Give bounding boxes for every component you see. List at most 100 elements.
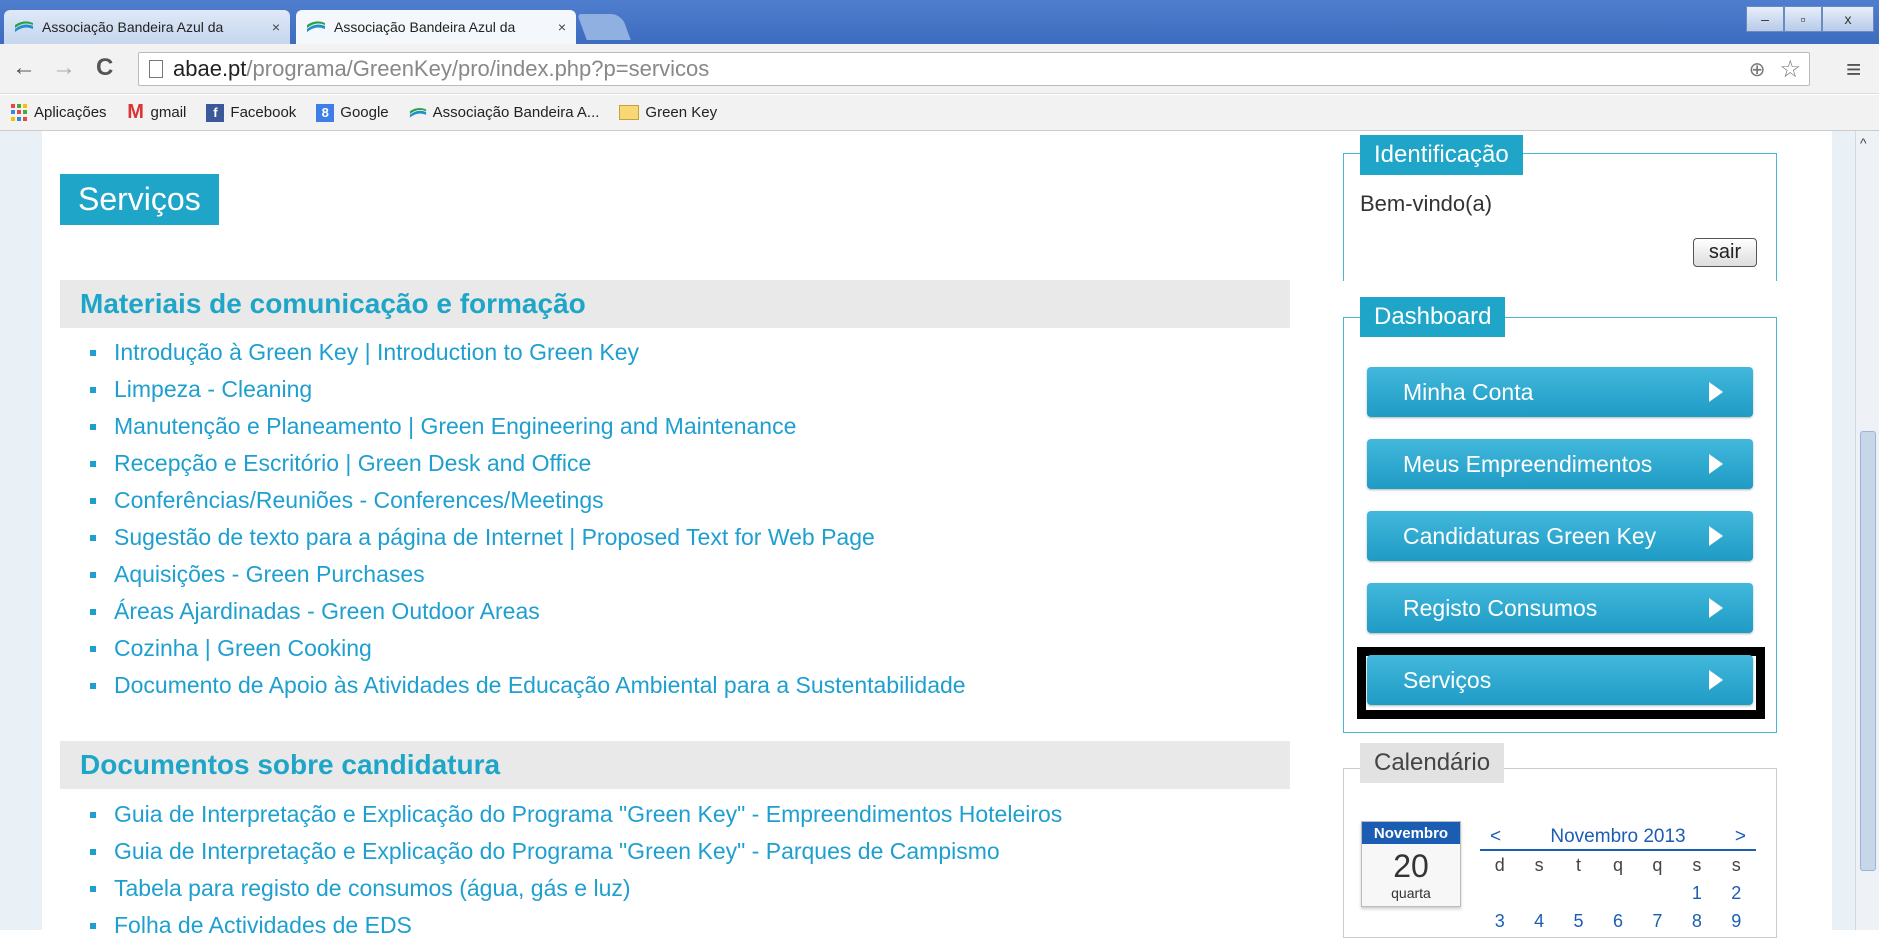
scrollbar-thumb[interactable] [1860, 431, 1876, 871]
abae-flag-icon [307, 21, 325, 32]
list-item-link[interactable]: Tabela para registo de consumos (água, g… [90, 870, 1062, 907]
url-path: /programa/GreenKey/pro/index.php?p=servi… [246, 56, 710, 81]
application-docs-list: Guia de Interpretação e Explicação do Pr… [90, 796, 1062, 944]
minimize-button[interactable]: – [1746, 6, 1784, 32]
weekday-label: d [1494, 855, 1505, 875]
identification-title: Identificação [1360, 135, 1523, 175]
candidaturas-green-key-button[interactable]: Candidaturas Green Key [1367, 511, 1753, 561]
close-tab-icon[interactable]: × [558, 19, 566, 35]
zoom-icon[interactable]: ⊕ [1749, 57, 1766, 82]
section-heading-materials: Materiais de comunicação e formação [60, 280, 1290, 328]
registo-consumos-button[interactable]: Registo Consumos [1367, 583, 1753, 633]
google-icon: 8 [316, 103, 335, 122]
calendar-grid: d s t q q s s 1 2 3 4 5 6 7 8 9 [1480, 855, 1756, 939]
weekday-label: s [1731, 855, 1741, 875]
list-item-link[interactable]: Limpeza - Cleaning [90, 371, 966, 408]
welcome-text: Bem-vindo(a) [1360, 191, 1493, 216]
play-arrow-icon [1709, 670, 1723, 690]
servicos-button[interactable]: Serviços [1367, 655, 1753, 705]
calendar-day[interactable]: 3 [1480, 911, 1519, 939]
calendar-day[interactable] [1559, 883, 1598, 911]
calendar-day[interactable] [1598, 883, 1637, 911]
list-item-link[interactable]: Recepção e Escritório | Green Desk and O… [90, 445, 966, 482]
today-date-card: Novembro 20 quarta [1361, 821, 1461, 907]
list-item-link[interactable]: Conferências/Reuniões - Conferences/Meet… [90, 482, 966, 519]
menu-icon[interactable]: ≡ [1846, 54, 1861, 85]
list-item-link[interactable]: Sugestão de texto para a página de Inter… [90, 519, 966, 556]
page-viewport: Serviços Materiais de comunicação e form… [0, 131, 1879, 938]
bookmarks-bar: Aplicações M gmail f Facebook 8 Google A… [0, 95, 1879, 131]
url-host: abae.pt [173, 56, 247, 81]
calendar-day[interactable]: 9 [1717, 911, 1756, 939]
play-arrow-icon [1709, 598, 1723, 618]
bookmark-google[interactable]: 8 Google [316, 103, 389, 122]
button-label: Meus Empreendimentos [1403, 450, 1653, 477]
calendar-header: < Novembro 2013 > [1480, 825, 1756, 851]
materials-list: Introdução à Green Key | Introduction to… [90, 334, 966, 704]
card-month: Novembro [1362, 822, 1460, 844]
bookmark-abae[interactable]: Associação Bandeira A... [409, 104, 599, 122]
calendar-month-label: Novembro 2013 [1550, 826, 1686, 847]
scroll-up-icon[interactable]: ^ [1860, 135, 1867, 151]
list-item-link[interactable]: Guia de Interpretação e Explicação do Pr… [90, 833, 1062, 870]
calendar-day[interactable]: 8 [1677, 911, 1716, 939]
list-item-link[interactable]: Áreas Ajardinadas - Green Outdoor Areas [90, 593, 966, 630]
calendar-day[interactable] [1638, 883, 1677, 911]
next-month-button[interactable]: > [1735, 826, 1746, 848]
bookmark-apps[interactable]: Aplicações [10, 103, 107, 122]
bookmark-label: gmail [150, 104, 187, 121]
browser-tab-2-active[interactable]: Associação Bandeira Azul da × [296, 10, 576, 44]
close-window-button[interactable]: x [1822, 6, 1874, 32]
bookmark-gmail[interactable]: M gmail [127, 101, 187, 123]
close-tab-icon[interactable]: × [272, 19, 280, 35]
calendar-day[interactable]: 1 [1677, 883, 1716, 911]
page-title: Serviços [60, 174, 219, 225]
calendar-day[interactable]: 2 [1717, 883, 1756, 911]
play-arrow-icon [1709, 382, 1723, 402]
maximize-button[interactable]: ▫ [1784, 6, 1822, 32]
abae-flag-icon [409, 107, 426, 117]
list-item-link[interactable]: Cozinha | Green Cooking [90, 630, 966, 667]
browser-titlebar: Associação Bandeira Azul da × Associação… [0, 0, 1879, 44]
calendar-day[interactable] [1480, 883, 1519, 911]
tab-label: Associação Bandeira Azul da [334, 19, 516, 35]
button-label: Serviços [1403, 666, 1492, 693]
forward-arrow-icon[interactable]: → [52, 54, 76, 82]
new-tab-button[interactable] [577, 14, 631, 40]
bookmark-label: Aplicações [34, 104, 107, 121]
meus-empreendimentos-button[interactable]: Meus Empreendimentos [1367, 439, 1753, 489]
weekday-label: s [1534, 855, 1544, 875]
week-row: 1 2 [1480, 883, 1756, 911]
bookmark-facebook[interactable]: f Facebook [206, 103, 297, 122]
logout-button[interactable]: sair [1693, 238, 1757, 267]
browser-toolbar: ← → C abae.pt /programa/GreenKey/pro/ind… [0, 44, 1879, 94]
gmail-icon: M [127, 101, 144, 123]
card-day: 20 [1393, 848, 1429, 884]
list-item-link[interactable]: Guia de Interpretação e Explicação do Pr… [90, 796, 1062, 833]
back-arrow-icon[interactable]: ← [12, 54, 36, 82]
list-item-link[interactable]: Aquisições - Green Purchases [90, 556, 966, 593]
address-bar[interactable]: abae.pt /programa/GreenKey/pro/index.php… [138, 52, 1810, 86]
calendar-day[interactable]: 4 [1519, 911, 1558, 939]
minha-conta-button[interactable]: Minha Conta [1367, 367, 1753, 417]
reload-icon[interactable]: C [96, 54, 113, 82]
tab-label: Associação Bandeira Azul da [42, 19, 224, 35]
star-icon[interactable]: ☆ [1779, 55, 1801, 84]
vertical-scrollbar[interactable]: ^ [1855, 131, 1879, 930]
bookmark-green-key-folder[interactable]: Green Key [619, 104, 717, 121]
list-item-link[interactable]: Documento de Apoio às Atividades de Educ… [90, 667, 966, 704]
calendar-day[interactable] [1519, 883, 1558, 911]
browser-tab-1[interactable]: Associação Bandeira Azul da × [4, 10, 290, 44]
play-arrow-icon [1709, 454, 1723, 474]
list-item-link[interactable]: Introdução à Green Key | Introduction to… [90, 334, 966, 371]
list-item-link[interactable]: Manutenção e Planeamento | Green Enginee… [90, 408, 966, 445]
prev-month-button[interactable]: < [1490, 826, 1501, 848]
list-item-link[interactable]: Folha de Actividades de EDS [90, 907, 1062, 944]
bookmark-label: Google [340, 104, 389, 121]
calendar-day[interactable]: 6 [1598, 911, 1637, 939]
bookmark-label: Facebook [230, 104, 297, 121]
apps-grid-icon [10, 103, 28, 122]
calendar-day[interactable]: 5 [1559, 911, 1598, 939]
button-label: Registo Consumos [1403, 594, 1598, 621]
calendar-day[interactable]: 7 [1638, 911, 1677, 939]
